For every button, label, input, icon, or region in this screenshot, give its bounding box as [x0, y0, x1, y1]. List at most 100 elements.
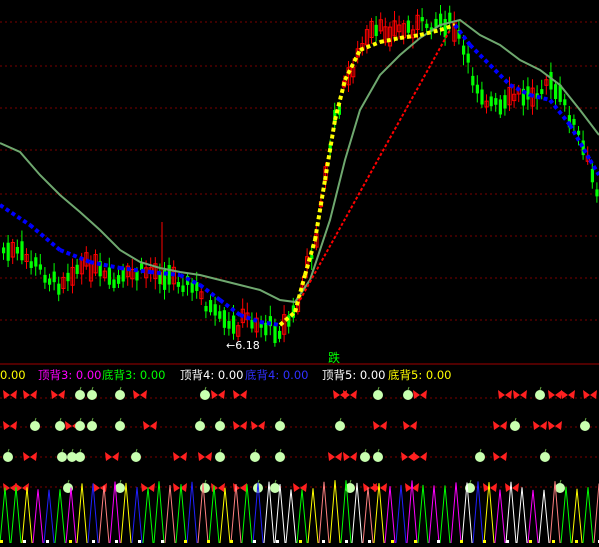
oscillator-line	[241, 484, 253, 544]
apple-icon	[87, 390, 97, 400]
apple-icon	[373, 452, 383, 462]
candle-body	[222, 310, 226, 328]
butterfly-icon	[251, 421, 265, 430]
oscillator-line	[395, 484, 407, 544]
candle-body	[204, 305, 208, 312]
apple-stem	[219, 448, 222, 453]
candle-body	[20, 241, 24, 261]
apple-stem	[254, 448, 257, 453]
apple-icon	[75, 421, 85, 431]
apple-stem	[407, 386, 410, 391]
oscillator-line	[43, 489, 55, 544]
oscillator-line	[87, 483, 99, 544]
oscillator-line	[54, 489, 66, 544]
oscillator-line	[571, 488, 583, 544]
candle-body	[273, 325, 277, 344]
oscillator-line	[131, 487, 143, 544]
candle-body	[406, 20, 410, 33]
apple-stem	[119, 417, 122, 422]
oscillator-line	[230, 483, 242, 544]
apple-icon	[275, 452, 285, 462]
candle-body	[278, 330, 282, 339]
candle-body	[577, 130, 581, 135]
baseline-dot	[483, 540, 486, 543]
apple-icon	[270, 483, 280, 493]
baseline-dot	[161, 540, 164, 543]
oscillator-line	[98, 485, 110, 544]
apple-stem	[79, 448, 82, 453]
oscillator-line	[351, 482, 363, 544]
oscillator-line	[329, 480, 341, 544]
candle-body	[75, 264, 79, 274]
apple-stem	[544, 448, 547, 453]
apple-stem	[349, 479, 352, 484]
oscillator-line	[142, 487, 154, 544]
candle-body	[43, 274, 47, 283]
apple-icon	[335, 421, 345, 431]
candle-body	[590, 169, 594, 183]
apple-stem	[59, 417, 62, 422]
moving-average-dotted	[89, 260, 121, 270]
candle-body	[176, 282, 180, 287]
oscillator-line	[538, 489, 550, 544]
apple-stem	[34, 417, 37, 422]
apple-stem	[279, 448, 282, 453]
butterfly-icon	[51, 390, 65, 399]
oscillator-line	[582, 487, 594, 544]
candle-body	[466, 53, 470, 63]
apple-icon	[115, 483, 125, 493]
oscillator-line	[65, 487, 77, 544]
oscillator-line	[153, 481, 165, 544]
butterfly-icon	[403, 421, 417, 430]
oscillator-line	[527, 489, 539, 544]
oscillator-line	[21, 487, 33, 544]
apple-icon	[373, 390, 383, 400]
candle-body	[489, 96, 493, 107]
moving-average-dotted	[453, 23, 472, 47]
indicator-top4: 顶背4: 0.00	[180, 368, 244, 382]
oscillator-line	[560, 486, 572, 544]
oscillator-line	[373, 483, 385, 544]
oscillator-line	[32, 489, 44, 544]
apple-stem	[204, 479, 207, 484]
indicator-bottom5: 底背5: 0.00	[388, 368, 452, 382]
oscillator-line	[296, 489, 308, 544]
oscillator-line	[186, 481, 198, 544]
apple-icon	[475, 452, 485, 462]
candle-body	[420, 17, 424, 22]
apple-stem	[119, 479, 122, 484]
apple-stem	[79, 386, 82, 391]
baseline-dot	[230, 540, 233, 543]
oscillator-line	[76, 483, 88, 544]
baseline-dot	[184, 540, 187, 543]
candle-body	[425, 23, 429, 29]
apple-icon	[131, 452, 141, 462]
candle-body	[213, 304, 217, 316]
butterfly-icon	[211, 390, 225, 399]
apple-stem	[61, 448, 64, 453]
apple-stem	[119, 386, 122, 391]
baseline-dot	[138, 540, 141, 543]
apple-icon	[535, 390, 545, 400]
butterfly-icon	[533, 421, 547, 430]
baseline-dot	[276, 540, 279, 543]
candle-body	[34, 257, 38, 267]
apple-icon	[57, 452, 67, 462]
moving-average-dotted	[0, 203, 32, 227]
candle-body	[112, 279, 116, 288]
apple-stem	[279, 417, 282, 422]
indicator-bottom3: 底背3: 0.00	[102, 368, 166, 382]
baseline-dot	[529, 540, 532, 543]
apple-stem	[67, 479, 70, 484]
moving-average-dotted	[59, 248, 91, 264]
baseline-dot	[322, 540, 325, 543]
candle-body	[563, 99, 567, 106]
candle-body	[66, 272, 70, 282]
apple-stem	[377, 448, 380, 453]
oscillator-line	[516, 487, 528, 544]
trend-line	[299, 29, 451, 301]
candle-body	[48, 278, 52, 285]
oscillator-line	[494, 489, 506, 544]
baseline-dot	[575, 540, 578, 543]
apple-stem	[135, 448, 138, 453]
